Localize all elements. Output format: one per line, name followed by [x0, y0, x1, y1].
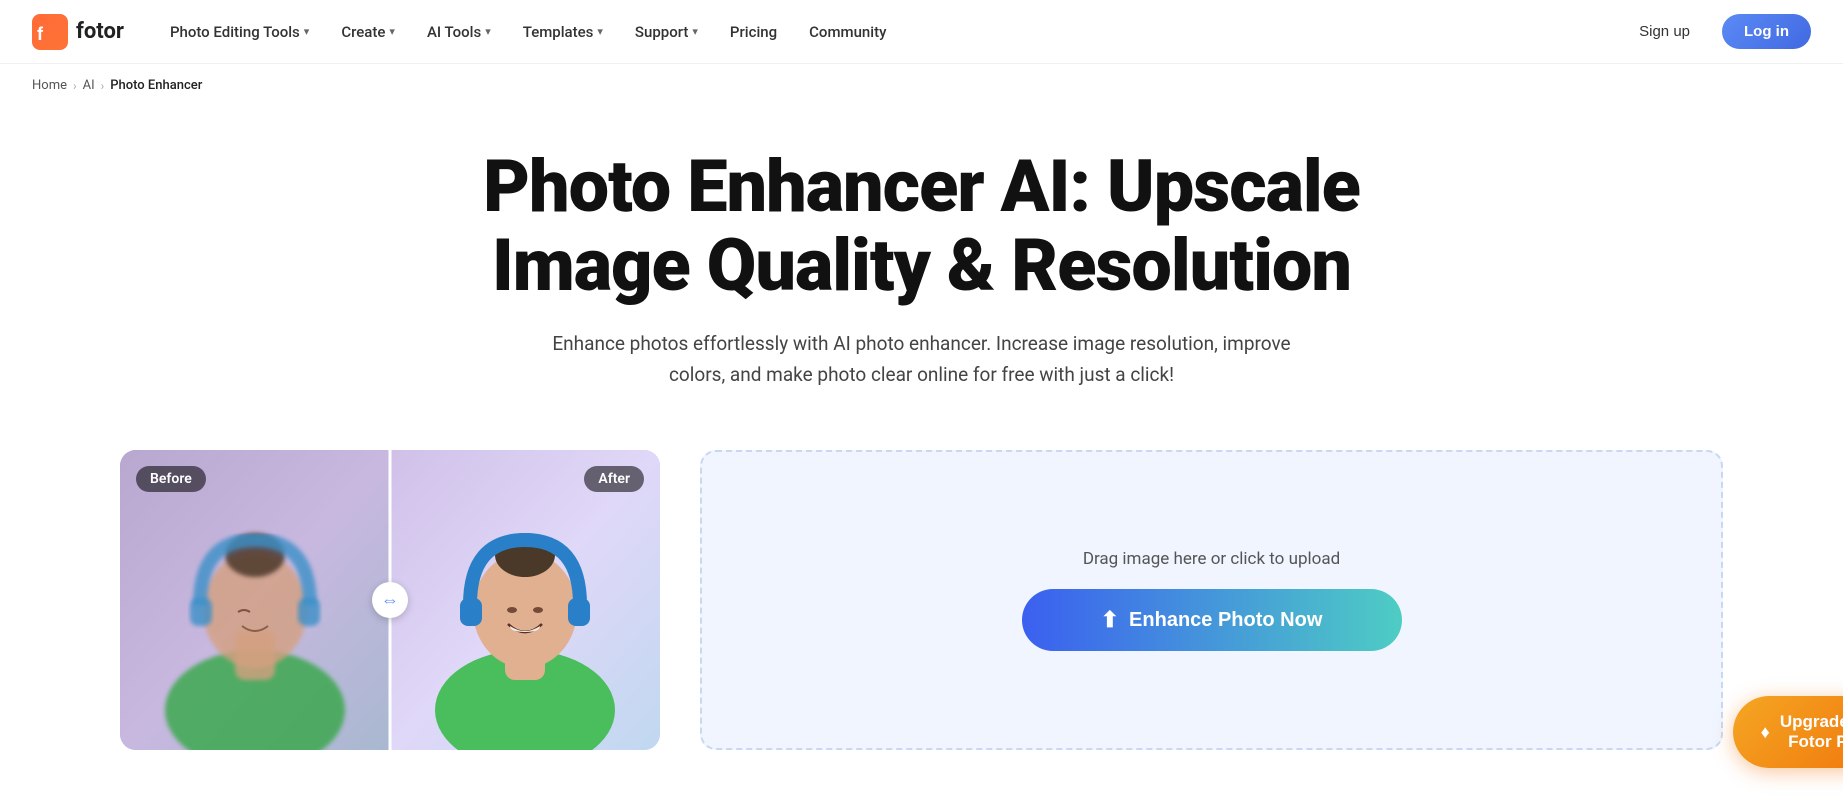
- breadcrumb-home[interactable]: Home: [32, 78, 67, 93]
- breadcrumb: Home › AI › Photo Enhancer: [0, 64, 1843, 107]
- upload-icon: ⬆: [1101, 607, 1119, 633]
- after-label: After: [584, 466, 644, 492]
- nav-item-create[interactable]: Create ▾: [327, 15, 409, 49]
- chevron-down-icon: ▾: [597, 25, 603, 38]
- breadcrumb-separator: ›: [73, 79, 77, 93]
- logo[interactable]: f fotor: [32, 14, 124, 50]
- logo-text: fotor: [76, 19, 124, 44]
- breadcrumb-ai[interactable]: AI: [83, 78, 95, 93]
- before-label: Before: [136, 466, 206, 492]
- nav-item-support[interactable]: Support ▾: [621, 15, 712, 49]
- image-split: ⇔: [120, 450, 660, 750]
- nav-item-community[interactable]: Community: [795, 15, 900, 49]
- chevron-down-icon: ▾: [485, 25, 491, 38]
- main-content: Before After: [0, 450, 1843, 750]
- hero-section: Photo Enhancer AI: Upscale Image Quality…: [0, 107, 1843, 450]
- nav-item-pricing[interactable]: Pricing: [716, 15, 791, 49]
- enhance-photo-button[interactable]: ⬆ Enhance Photo Now: [1022, 589, 1402, 651]
- upgrade-button-label: Upgrade ToFotor Pro: [1780, 712, 1843, 752]
- navbar: f fotor Photo Editing Tools ▾ Create ▾ A…: [0, 0, 1843, 64]
- chevron-down-icon: ▾: [389, 25, 395, 38]
- svg-text:f: f: [37, 24, 44, 44]
- enhance-button-label: Enhance Photo Now: [1129, 609, 1322, 632]
- signup-button[interactable]: Sign up: [1619, 15, 1710, 48]
- chevron-down-icon: ▾: [304, 25, 310, 38]
- upgrade-to-pro-button[interactable]: ♦ Upgrade ToFotor Pro: [1733, 696, 1843, 768]
- upgrade-button-wrapper: ♦ Upgrade ToFotor Pro: [1733, 696, 1843, 768]
- hero-subtitle: Enhance photos effortlessly with AI phot…: [547, 329, 1297, 390]
- before-after-image[interactable]: Before After: [120, 450, 660, 750]
- nav-item-templates[interactable]: Templates ▾: [509, 15, 617, 49]
- before-half: [120, 450, 390, 750]
- chevron-down-icon: ▾: [692, 25, 698, 38]
- nav-right: Sign up Log in: [1619, 14, 1811, 49]
- upload-panel[interactable]: Drag image here or click to upload ⬆ Enh…: [700, 450, 1723, 750]
- left-right-arrows-icon: ⇔: [381, 590, 399, 611]
- login-button[interactable]: Log in: [1722, 14, 1811, 49]
- after-half: [390, 450, 660, 750]
- nav-links: Photo Editing Tools ▾ Create ▾ AI Tools …: [156, 15, 1619, 49]
- breadcrumb-current: Photo Enhancer: [110, 78, 202, 93]
- diamond-icon: ♦: [1761, 722, 1770, 743]
- hero-title: Photo Enhancer AI: Upscale Image Quality…: [422, 147, 1422, 305]
- fotor-logo-icon: f: [32, 14, 68, 50]
- upload-drag-text: Drag image here or click to upload: [1083, 549, 1340, 569]
- breadcrumb-separator: ›: [101, 79, 105, 93]
- nav-item-photo-editing-tools[interactable]: Photo Editing Tools ▾: [156, 15, 323, 49]
- nav-item-ai-tools[interactable]: AI Tools ▾: [413, 15, 505, 49]
- image-divider-handle[interactable]: ⇔: [372, 582, 408, 618]
